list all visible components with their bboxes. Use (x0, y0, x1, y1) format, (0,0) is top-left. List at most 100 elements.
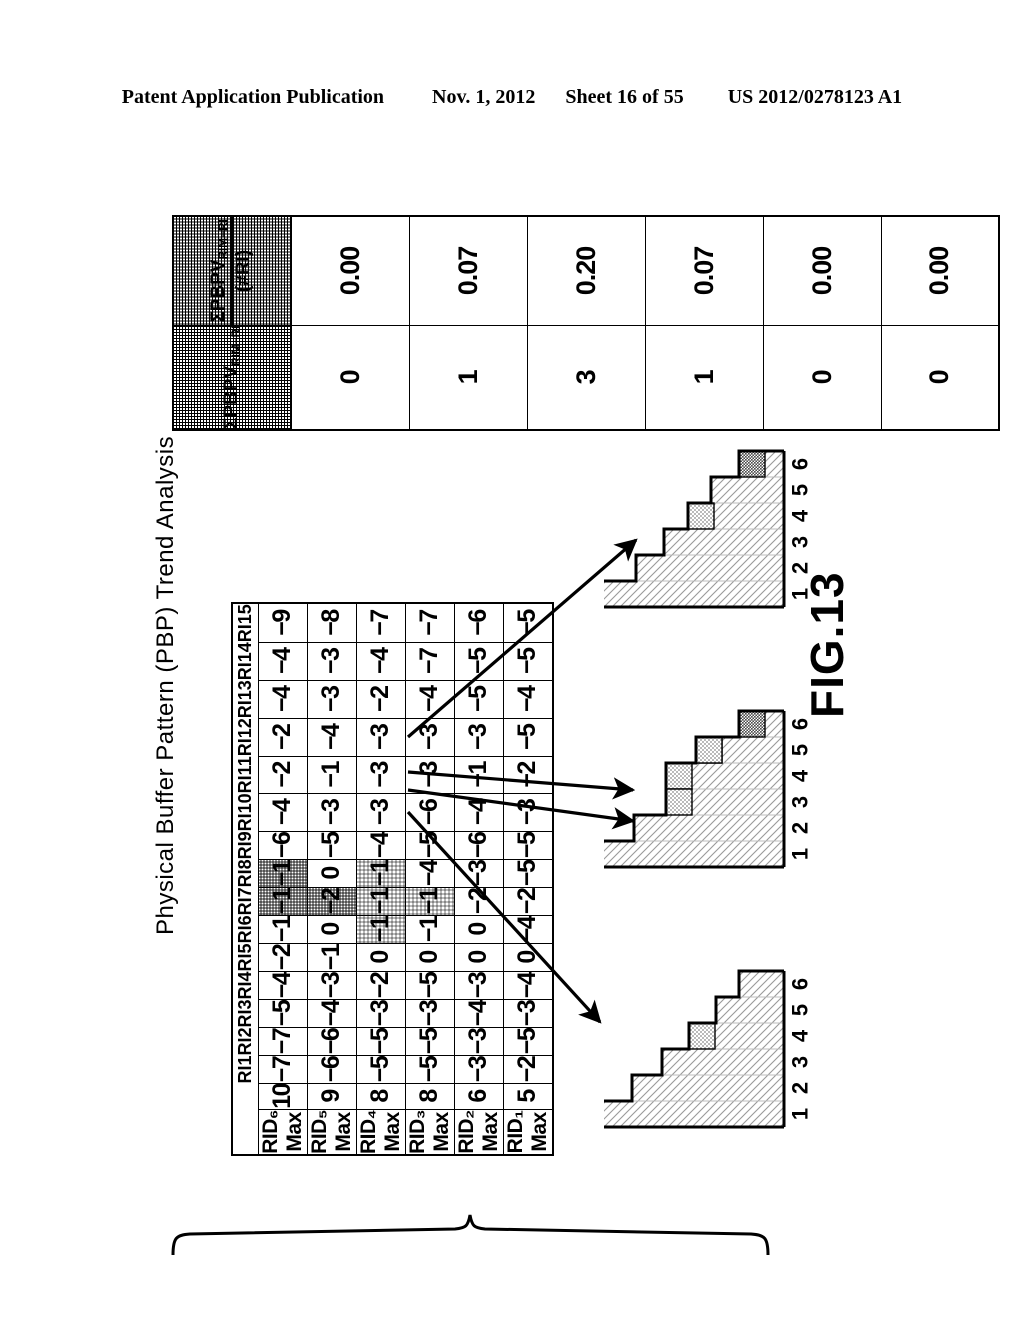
pbp-row-label: RID₂ Max (454, 1109, 503, 1155)
pbp-table-row: RID₁ Max 5 −2 −5 −3 −4 0 −4 −2 −5 −5 −3 −2 −5 −4 −5 −5 (503, 603, 553, 1155)
pbp-column-header-ri9: RI9 (232, 831, 258, 860)
pbp-cell: −6 (258, 831, 307, 860)
pbp-cell: −3 (307, 642, 356, 681)
axis-tick-label-5: 5 (788, 484, 813, 496)
pbp-cell: −5 (356, 1055, 405, 1084)
bar-3-light-segment (665, 788, 693, 816)
pbp-cell: −8 (307, 603, 356, 643)
pbp-table-row: RID₃ Max 8 −5 −5 −3 −5 0 −1 −1 −4 −5 −6 −3 −3 −4 −7 −7 (405, 603, 454, 1155)
summary-table-container: ΣPBPVRIM−RI ΣPBPVRIM−RI (#RI) 0 0.00 1 0.07 3 0.… (172, 182, 1000, 431)
pbp-table-row: RID₆ Max 10 −7 −7 −5 −4 −2 −1 −1 −1 −6 −4 −2 −2 −4 −4 −9 (258, 603, 307, 1155)
pbp-cell: −5 (307, 831, 356, 860)
summary-header-average: ΣPBPVRIM−RI (#RI) (173, 216, 291, 326)
summary-row: 0 0.00 (763, 216, 881, 430)
axis-tick-label-2: 2 (788, 1082, 813, 1094)
summary-sum-value: 0 (291, 325, 409, 430)
pbp-cell: −3 (307, 971, 356, 1000)
axis-tick-label-4: 4 (788, 509, 813, 522)
pbp-cell: −1 (405, 887, 454, 916)
bar-4-light-segment (688, 1022, 716, 1050)
axis-tick-label-5: 5 (788, 1004, 813, 1016)
pbp-cell: −4 (454, 999, 503, 1028)
pbp-cell: −4 (503, 971, 553, 1000)
pbp-cell: −4 (307, 718, 356, 757)
pbp-cell: −5 (454, 642, 503, 681)
pbp-cell: −1 (307, 756, 356, 794)
pbp-row-label: RID₄ Max (356, 1109, 405, 1155)
summary-average-value: 0.20 (527, 216, 645, 326)
pbp-column-header-ri5: RI5 (232, 943, 258, 972)
pbp-cell: −5 (405, 971, 454, 1000)
chart-middle-svg: 1 2 3 4 5 6 (604, 709, 813, 869)
pbp-column-header-ri8: RI8 (232, 859, 258, 888)
pbp-row-label: RID₆ Max (258, 1109, 307, 1155)
summary-table: ΣPBPVRIM−RI ΣPBPVRIM−RI (#RI) 0 0.00 1 0.07 3 0.… (172, 215, 1000, 431)
pbp-cell: −1 (454, 756, 503, 794)
bar-1 (604, 580, 785, 608)
bar-2 (635, 554, 785, 582)
pbp-column-header-ri14: RI14 (232, 642, 258, 681)
pbp-cell: −3 (307, 680, 356, 719)
pbp-cell: −5 (356, 1027, 405, 1056)
pbp-cell: −7 (405, 603, 454, 643)
pbp-row-max-value: 5 (503, 1083, 553, 1110)
bar-4-light-segment (687, 502, 715, 530)
figure-title: Physical Buffer Pattern (PBP) Trend Anal… (152, 435, 179, 935)
pbp-cell: −5 (503, 642, 553, 681)
pbp-cell: −1 (307, 943, 356, 972)
pbp-row-max-value: 8 (356, 1083, 405, 1110)
pbp-cell: −4 (405, 680, 454, 719)
pbp-cell: −7 (258, 1027, 307, 1056)
pbp-table-row: RID₂ Max 6 −3 −3 −4 −3 0 0 −2 −3 −6 −4 −1 −3 −5 −5 −6 (454, 603, 503, 1155)
pbp-cell: −3 (454, 1055, 503, 1084)
pbp-cell: −2 (258, 718, 307, 757)
axis-tick-label-1: 1 (788, 848, 813, 860)
pbp-cell: −1 (258, 859, 307, 888)
axis-tick-label-5: 5 (788, 744, 813, 756)
bar-6 (738, 970, 785, 998)
bar-2 (631, 1074, 785, 1102)
pbp-cell: −3 (405, 718, 454, 757)
pbp-cell: −5 (258, 999, 307, 1028)
pbp-cell: −2 (307, 887, 356, 916)
pbp-cell: −4 (258, 793, 307, 832)
pbp-cell: −2 (258, 756, 307, 794)
pbp-cell: −3 (405, 756, 454, 794)
summary-header-sum: ΣPBPVRIM−RI (173, 325, 291, 430)
axis-tick-label-6: 6 (788, 718, 813, 730)
pbp-column-header-ri15: RI15 (232, 603, 258, 643)
pbp-cell: −9 (258, 603, 307, 643)
pbp-row-label: RID₅ Max (307, 1109, 356, 1155)
pbp-column-header-ri4: RI4 (232, 971, 258, 1000)
pbp-cell: −2 (356, 680, 405, 719)
header-patent-number: US 2012/0278123 A1 (727, 86, 903, 108)
pbp-column-header-ri10: RI10 (232, 793, 258, 832)
pbp-cell: −2 (503, 756, 553, 794)
axis-tick-label-2: 2 (788, 822, 813, 834)
pbp-cell: −5 (503, 859, 553, 888)
patent-figure-page: Patent Application Publication Nov. 1, 2… (0, 0, 1024, 1320)
pbp-cell: −2 (503, 1055, 553, 1084)
pbp-cell: 0 (454, 915, 503, 944)
pbp-cell: 0 (356, 943, 405, 972)
pbp-cell: −1 (356, 859, 405, 888)
pbp-cell: −4 (356, 642, 405, 681)
pbp-cell: −5 (405, 1055, 454, 1084)
axis-tick-label-3: 3 (788, 796, 813, 808)
bar-6-dark-segment (738, 450, 766, 478)
pbp-trend-table: RI1 RI2 RI3 RI4 RI5 RI6 RI7 RI8 RI9 RI10 RI11 RI12 R… (231, 602, 554, 1156)
pbp-cell: −2 (356, 971, 405, 1000)
pbp-cell: 0 (307, 859, 356, 888)
summary-average-value: 0.00 (291, 216, 409, 326)
pbp-column-header-ri12: RI12 (232, 718, 258, 757)
summary-sum-value: 3 (527, 325, 645, 430)
pbp-row-label: RID₃ Max (405, 1109, 454, 1155)
pbp-column-header-ri13: RI13 (232, 680, 258, 719)
summary-average-value: 0.00 (763, 216, 881, 326)
header-date: Nov. 1, 2012 (432, 86, 536, 108)
pbp-cell: −7 (258, 1055, 307, 1084)
chart-bottom-svg: 1 2 3 4 5 6 (604, 969, 813, 1129)
staircase-chart-bottom: 1 2 3 4 5 6 (604, 967, 814, 1131)
axis-tick-label-3: 3 (788, 1056, 813, 1068)
pbp-cell: −3 (405, 999, 454, 1028)
